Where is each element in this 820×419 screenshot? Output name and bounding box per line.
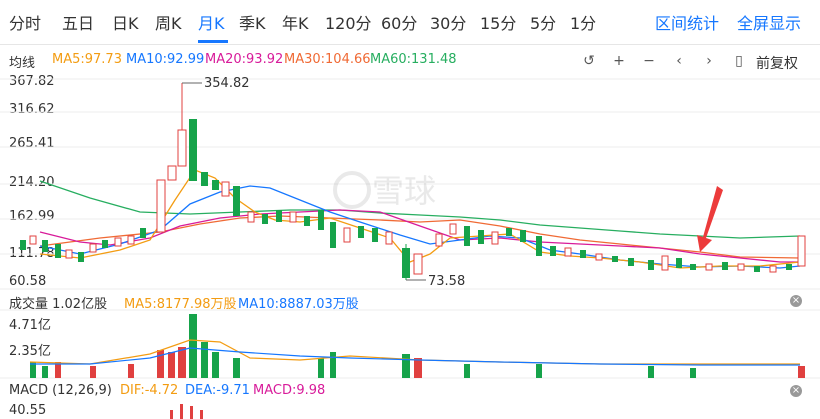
watermark-logo: 雪球 xyxy=(333,171,436,210)
low-price-label: 73.58 xyxy=(428,274,465,289)
macd-bars xyxy=(170,404,203,419)
watermark-text: 雪球 xyxy=(372,172,436,210)
high-price-label: 354.82 xyxy=(204,76,250,91)
volume-bars xyxy=(30,314,805,378)
kline-chart[interactable]: 雪球 354.82 73.58 xyxy=(0,0,820,419)
